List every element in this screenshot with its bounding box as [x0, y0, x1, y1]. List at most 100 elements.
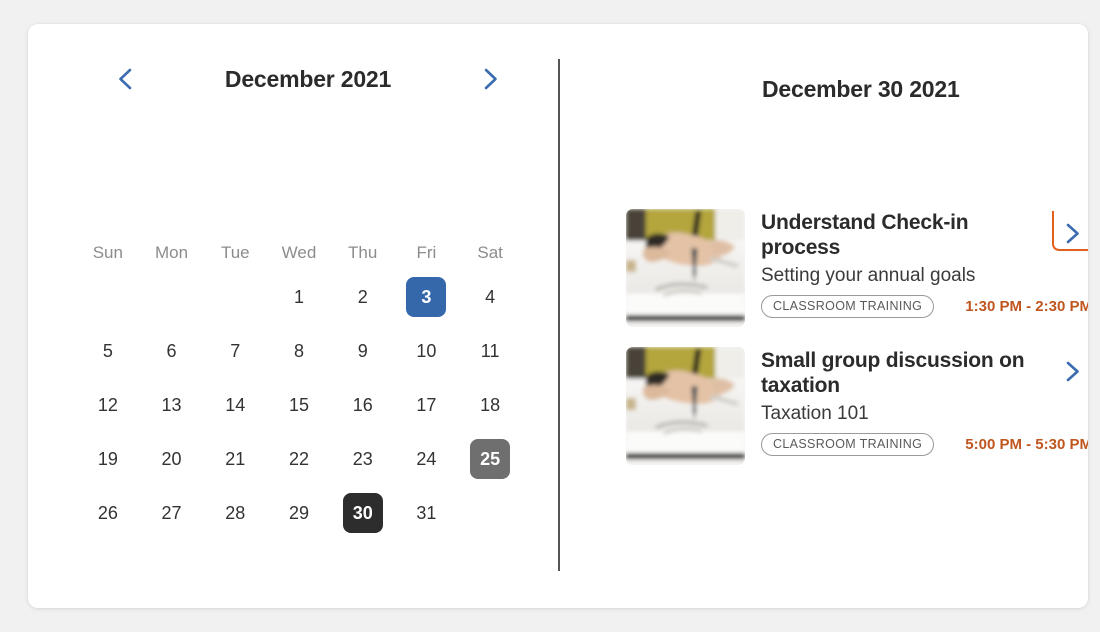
calendar-day-cell: 16 — [331, 378, 395, 432]
calendar-day-cell — [458, 486, 522, 540]
event-title: Small group discussion on taxation — [761, 349, 1025, 397]
next-month-button[interactable] — [474, 62, 508, 96]
calendar-day-4[interactable]: 4 — [470, 277, 510, 317]
calendar-week-row: 19 20 21 22 23 24 25 — [76, 432, 522, 486]
calendar-page: December 2021 Sun Mon Tue Wed Thu Fri Sat 1234… — [0, 0, 1100, 632]
calendar-week-row: 12 13 14 15 16 17 18 — [76, 378, 522, 432]
calendar-day-28[interactable]: 28 — [215, 493, 255, 533]
calendar-day-empty — [470, 493, 510, 533]
day-of-week-sat: Sat — [477, 243, 503, 262]
event-meta-row: CLASSROOM TRAINING 5:00 PM - 5:30 PM — [761, 433, 1088, 457]
event-time-range: 5:00 PM - 5:30 PM — [965, 436, 1088, 454]
event-subtitle: Taxation 101 — [761, 402, 869, 424]
event-open-button[interactable] — [1050, 349, 1088, 393]
calendar-day-cell: 26 — [76, 486, 140, 540]
event-type-badge: CLASSROOM TRAINING — [761, 433, 935, 457]
calendar-day-cell: 10 — [395, 324, 459, 378]
calendar-day-cell: 29 — [267, 486, 331, 540]
calendar-day-7[interactable]: 7 — [215, 331, 255, 371]
calendar-day-cell: 28 — [203, 486, 267, 540]
calendar-day-9[interactable]: 9 — [343, 331, 383, 371]
calendar-day-1[interactable]: 1 — [279, 277, 319, 317]
calendar-day-12[interactable]: 12 — [88, 385, 128, 425]
calendar-day-21[interactable]: 21 — [215, 439, 255, 479]
calendar-day-30[interactable]: 30 — [342, 493, 383, 533]
calendar-day-cell: 8 — [267, 324, 331, 378]
calendar-day-cell: 18 — [458, 378, 522, 432]
calendar-day-6[interactable]: 6 — [152, 331, 192, 371]
calendar-month-title: December 2021 — [224, 65, 392, 92]
event-item[interactable]: Understand Check-in process Setting your… — [626, 209, 1088, 327]
calendar-day-cell: 23 — [331, 432, 395, 486]
calendar-day-16[interactable]: 16 — [343, 385, 383, 425]
event-open-button[interactable] — [1050, 211, 1088, 255]
calendar-day-15[interactable]: 15 — [279, 385, 319, 425]
calendar-day-5[interactable]: 5 — [88, 331, 128, 371]
calendar-day-cell: 15 — [267, 378, 331, 432]
calendar-day-31[interactable]: 31 — [406, 493, 446, 533]
calendar-day-27[interactable]: 27 — [152, 493, 192, 533]
day-of-week-sun: Sun — [92, 243, 123, 262]
event-title: Understand Check-in process — [761, 211, 969, 259]
calendar-day-cell: 3 — [395, 270, 459, 324]
calendar-day-cell — [140, 270, 204, 324]
calendar-day-cell: 2 — [331, 270, 395, 324]
calendar-day-cell — [76, 270, 140, 324]
calendar-day-17[interactable]: 17 — [406, 385, 446, 425]
calendar-grid: Sun Mon Tue Wed Thu Fri Sat 1 2 3 4 5 6 7 8 9 10 11 12 13 1… — [76, 236, 522, 540]
calendar-day-cell: 5 — [76, 324, 140, 378]
calendar-card: December 2021 Sun Mon Tue Wed Thu Fri Sat 1234… — [28, 24, 1088, 608]
day-of-week-header-row: Sun Mon Tue Wed Thu Fri Sat — [76, 236, 522, 270]
calendar-day-cell — [203, 270, 267, 324]
calendar-day-2[interactable]: 2 — [343, 277, 383, 317]
calendar-day-8[interactable]: 8 — [279, 331, 319, 371]
calendar-day-18[interactable]: 18 — [470, 385, 510, 425]
calendar-day-29[interactable]: 29 — [279, 493, 319, 533]
calendar-day-3[interactable]: 3 — [406, 277, 447, 317]
event-details: Understand Check-in process Setting your… — [745, 209, 1088, 319]
calendar-day-19[interactable]: 19 — [88, 439, 128, 479]
event-subtitle: Setting your annual goals — [761, 264, 976, 286]
day-of-week-wed: Wed — [281, 243, 317, 262]
event-title-row: Understand Check-in process — [761, 211, 1088, 261]
day-of-week-mon: Mon — [155, 243, 189, 262]
calendar-week-row: 26 27 28 29 30 31 — [76, 486, 522, 540]
prev-month-button[interactable] — [108, 62, 142, 96]
calendar-day-11[interactable]: 11 — [470, 331, 510, 371]
day-of-week-thu: Thu — [348, 243, 378, 262]
event-meta-row: CLASSROOM TRAINING 1:30 PM - 2:30 PM — [761, 295, 1088, 319]
calendar-day-cell: 20 — [140, 432, 204, 486]
agenda-panel: December 30 2021 Understand Check-in pro… — [588, 24, 1088, 608]
calendar-week-row: 5 6 7 8 9 10 11 — [76, 324, 522, 378]
chevron-right-icon — [480, 66, 502, 92]
calendar-day-empty — [88, 277, 128, 317]
calendar-day-cell: 4 — [458, 270, 522, 324]
calendar-weeks: 1 2 3 4 5 6 7 8 9 10 11 12 13 14 15 16 17 18 19 20 21 22 23 24 2… — [76, 270, 522, 540]
calendar-day-23[interactable]: 23 — [343, 439, 383, 479]
calendar-day-cell: 12 — [76, 378, 140, 432]
event-item[interactable]: Small group discussion on taxation Taxat… — [626, 347, 1088, 465]
calendar-day-14[interactable]: 14 — [215, 385, 255, 425]
calendar-day-25[interactable]: 25 — [470, 439, 511, 479]
calendar-day-cell: 11 — [458, 324, 522, 378]
event-thumbnail-image — [626, 347, 745, 465]
calendar-panel: December 2021 Sun Mon Tue Wed Thu Fri Sat 1234… — [28, 24, 558, 608]
event-type-badge: CLASSROOM TRAINING — [761, 295, 935, 319]
calendar-day-cell: 14 — [203, 378, 267, 432]
calendar-day-24[interactable]: 24 — [406, 439, 446, 479]
calendar-day-cell: 21 — [203, 432, 267, 486]
calendar-day-cell: 7 — [203, 324, 267, 378]
calendar-day-22[interactable]: 22 — [279, 439, 319, 479]
agenda-date-title: December 30 2021 — [762, 76, 960, 102]
chevron-right-icon — [1062, 220, 1084, 246]
event-time-range: 1:30 PM - 2:30 PM — [965, 298, 1088, 316]
calendar-day-13[interactable]: 13 — [152, 385, 192, 425]
calendar-day-empty — [215, 277, 255, 317]
day-of-week-tue: Tue — [220, 243, 250, 262]
calendar-day-10[interactable]: 10 — [406, 331, 446, 371]
calendar-day-cell: 6 — [140, 324, 204, 378]
calendar-day-cell: 27 — [140, 486, 204, 540]
calendar-day-26[interactable]: 26 — [88, 493, 128, 533]
calendar-day-cell: 25 — [458, 432, 522, 486]
calendar-day-20[interactable]: 20 — [152, 439, 192, 479]
